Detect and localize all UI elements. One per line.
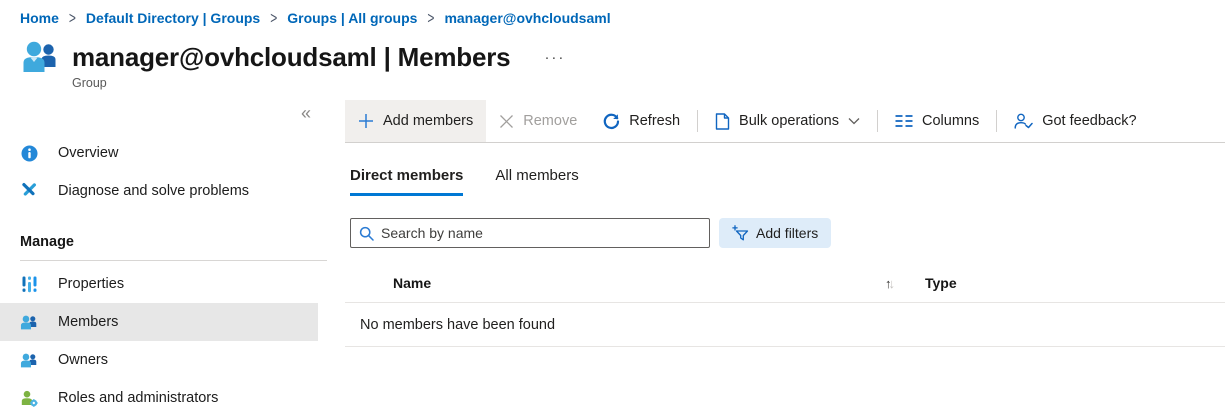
sort-icon[interactable]: ↑ ↓ <box>885 276 925 291</box>
main-content: Add members Remove Refresh Bulk operatio… <box>345 100 1225 400</box>
empty-state-row: No members have been found <box>345 303 1225 347</box>
sidebar-item-diagnose[interactable]: Diagnose and solve problems <box>0 172 318 210</box>
column-header-name[interactable]: Name <box>345 275 885 291</box>
collapse-sidebar-icon[interactable]: « <box>301 104 311 122</box>
tab-all-members[interactable]: All members <box>495 167 578 196</box>
filter-bar: Add filters <box>345 218 1225 248</box>
plus-icon <box>359 114 373 128</box>
breadcrumb-all-groups[interactable]: Groups | All groups <box>287 10 417 26</box>
diagnose-icon <box>20 182 38 200</box>
page-header: manager@ovhcloudsaml | Members ··· Group <box>20 39 1225 90</box>
search-box[interactable] <box>350 218 710 248</box>
chevron-right-icon: > <box>427 8 435 28</box>
add-filters-label: Add filters <box>756 225 819 241</box>
sidebar-item-label: Overview <box>58 145 119 161</box>
toolbar: Add members Remove Refresh Bulk operatio… <box>345 100 1225 142</box>
add-members-label: Add members <box>383 113 474 129</box>
more-menu-icon[interactable]: ··· <box>540 47 569 68</box>
page-title: manager@ovhcloudsaml | Members <box>72 41 511 72</box>
sidebar-item-label: Diagnose and solve problems <box>58 183 250 199</box>
sidebar-item-owners[interactable]: Owners <box>0 341 318 379</box>
sidebar-item-properties[interactable]: Properties <box>0 265 318 303</box>
toolbar-separator <box>877 110 878 132</box>
search-icon <box>359 226 374 241</box>
feedback-person-icon <box>1014 113 1033 129</box>
add-members-button[interactable]: Add members <box>345 100 487 142</box>
owners-icon <box>20 351 38 369</box>
remove-button: Remove <box>486 100 590 142</box>
columns-icon <box>895 115 913 127</box>
chevron-down-icon <box>848 118 860 125</box>
sidebar-item-members[interactable]: Members <box>0 303 318 341</box>
roles-icon <box>20 389 38 407</box>
columns-button[interactable]: Columns <box>882 100 992 142</box>
toolbar-separator <box>996 110 998 132</box>
group-icon <box>23 41 56 72</box>
sidebar-item-label: Properties <box>58 276 125 292</box>
document-icon <box>715 112 730 130</box>
tab-direct-members[interactable]: Direct members <box>350 167 464 196</box>
search-input[interactable] <box>381 225 701 241</box>
sidebar-section-manage: Manage <box>20 234 74 250</box>
breadcrumb-directory-groups[interactable]: Default Directory | Groups <box>86 10 260 26</box>
breadcrumb-current-group[interactable]: manager@ovhcloudsaml <box>444 10 610 26</box>
table-header: Name ↑ ↓ Type <box>345 264 1225 302</box>
properties-icon <box>20 275 38 293</box>
column-header-type[interactable]: Type <box>925 275 957 291</box>
info-icon <box>20 144 38 162</box>
sidebar: « Overview Diagnose and solve problems M… <box>0 100 345 407</box>
bulk-operations-label: Bulk operations <box>739 113 839 129</box>
members-icon <box>20 313 38 331</box>
refresh-label: Refresh <box>629 113 681 129</box>
got-feedback-button[interactable]: Got feedback? <box>1001 100 1149 142</box>
breadcrumb: Home > Default Directory | Groups > Grou… <box>0 0 1225 28</box>
add-filters-button[interactable]: Add filters <box>719 218 832 248</box>
refresh-icon <box>603 113 620 129</box>
bulk-operations-button[interactable]: Bulk operations <box>702 100 873 142</box>
empty-state-message: No members have been found <box>360 316 556 333</box>
sidebar-divider <box>20 260 327 261</box>
toolbar-divider <box>345 142 1225 143</box>
sidebar-item-label: Members <box>58 314 119 330</box>
got-feedback-label: Got feedback? <box>1042 113 1137 129</box>
toolbar-separator <box>697 110 699 132</box>
dismiss-icon <box>500 114 514 128</box>
remove-label: Remove <box>523 113 578 129</box>
sidebar-item-label: Owners <box>58 352 108 368</box>
refresh-button[interactable]: Refresh <box>590 100 693 142</box>
columns-label: Columns <box>922 113 980 129</box>
tabs: Direct members All members <box>345 167 1225 196</box>
chevron-right-icon: > <box>270 8 278 28</box>
sidebar-item-roles[interactable]: Roles and administrators <box>0 379 318 416</box>
page-subtitle: Group <box>72 76 107 90</box>
chevron-right-icon: > <box>68 8 76 28</box>
add-filter-icon <box>732 225 749 241</box>
sidebar-item-overview[interactable]: Overview <box>0 134 318 172</box>
sidebar-item-label: Roles and administrators <box>58 390 219 406</box>
breadcrumb-home[interactable]: Home <box>20 10 59 26</box>
